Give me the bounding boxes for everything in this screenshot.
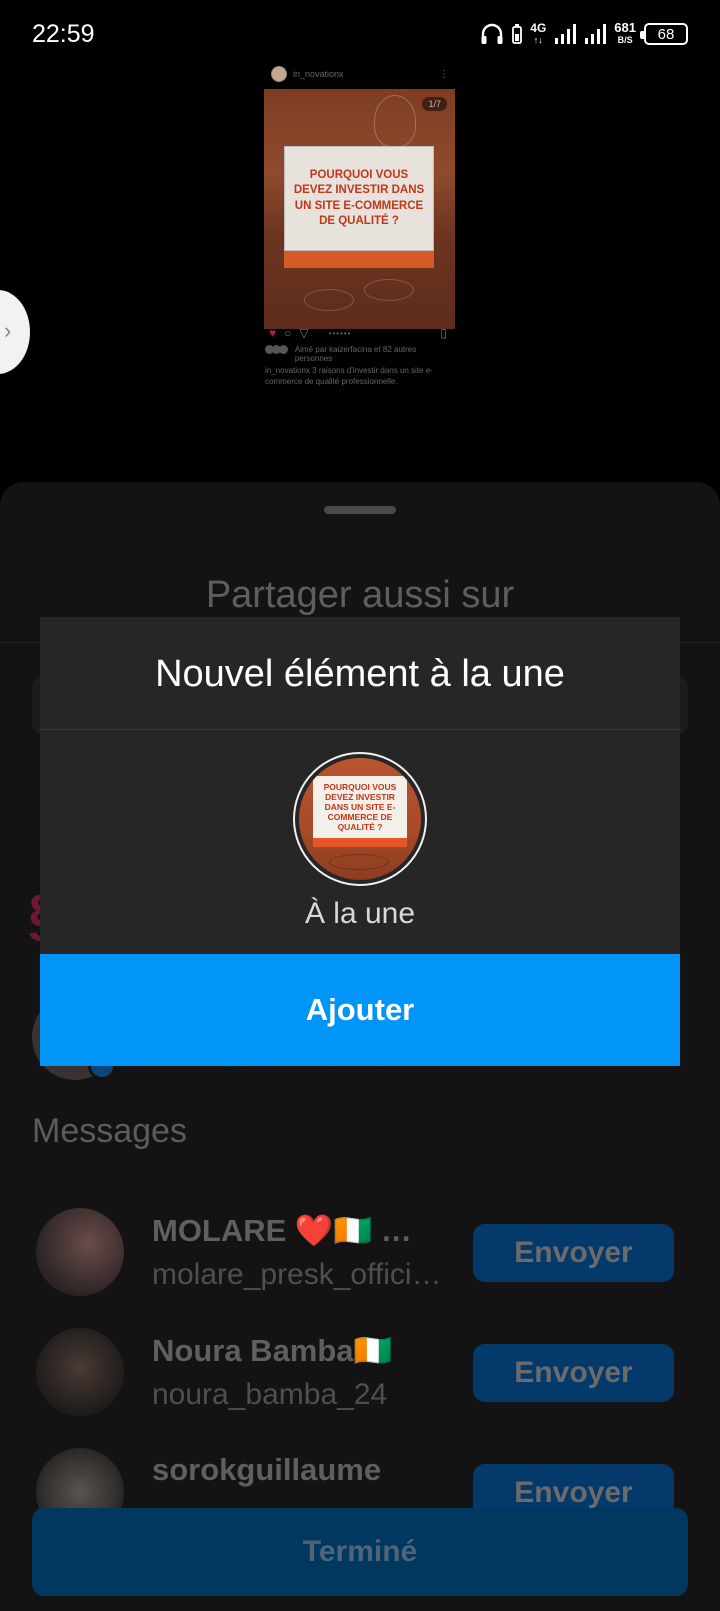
list-item: MOLARE ❤️🇨🇮 … molare_presk_offici… Envoy… xyxy=(0,1208,720,1308)
messages-title: Messages xyxy=(32,1112,187,1150)
new-highlight-dialog: Nouvel élément à la une POURQUOI VOUS DE… xyxy=(40,617,680,1066)
list-item: Noura Bamba🇨🇮 noura_bamba_24 Envoyer xyxy=(0,1328,720,1428)
send-button[interactable]: Envoyer xyxy=(473,1224,674,1282)
dialog-title: Nouvel élément à la une xyxy=(155,653,565,695)
post-likes: Aimé par kaizerfacina et 82 autres perso… xyxy=(265,345,455,363)
contact-name: sorokguillaume xyxy=(152,1452,382,1487)
battery-icon: 68 xyxy=(640,23,688,45)
sheet-grabber[interactable] xyxy=(324,506,396,514)
signal-icon xyxy=(555,24,577,44)
contact-name: MOLARE ❤️🇨🇮 … xyxy=(152,1213,412,1248)
post-caption: in_novationx 3 raisons d'investir dans u… xyxy=(265,366,433,386)
status-time: 22:59 xyxy=(32,20,95,48)
post-card-text: POURQUOI VOUS DEVEZ INVESTIR DANS UN SIT… xyxy=(293,168,425,228)
post-header: in_novationx ⋮ xyxy=(263,62,457,86)
avatar xyxy=(36,1208,124,1296)
post-image: 1/7 POURQUOI VOUS DEVEZ INVESTIR DANS UN… xyxy=(264,89,455,329)
avatar xyxy=(271,66,287,82)
contact-handle: molare_presk_offici… xyxy=(152,1258,442,1291)
sheet-title: Partager aussi sur xyxy=(205,574,515,616)
chair-decoration xyxy=(304,289,354,311)
thumbnail-text: POURQUOI VOUS DEVEZ INVESTIR DANS UN SIT… xyxy=(323,782,397,832)
bookmark-icon: ▯ xyxy=(440,326,447,340)
network-type: 4G ↑↓ xyxy=(530,21,547,45)
divider xyxy=(40,729,680,730)
heart-icon: ♥ xyxy=(269,326,277,340)
post-username: in_novationx xyxy=(293,69,344,79)
post-preview: in_novationx ⋮ 1/7 POURQUOI VOUS DEVEZ I… xyxy=(263,62,457,402)
post-actions: ♥ ○ ▽ •••••• ▯ xyxy=(265,324,455,342)
post-card-band xyxy=(284,251,434,268)
liker-avatars xyxy=(265,345,291,354)
share-icon: ▽ xyxy=(299,326,309,340)
more-icon: ⋮ xyxy=(439,68,449,80)
signal-icon-2 xyxy=(585,24,607,44)
contact-name: Noura Bamba🇨🇮 xyxy=(152,1333,393,1368)
comment-icon: ○ xyxy=(284,326,292,340)
send-button[interactable]: Envoyer xyxy=(473,1344,674,1402)
network-speed: 681 B/S xyxy=(614,20,636,45)
avatar xyxy=(36,1328,124,1416)
add-button[interactable]: Ajouter xyxy=(40,954,680,1066)
chair-decoration xyxy=(364,279,414,301)
headphones-icon xyxy=(481,23,503,44)
highlight-thumbnail[interactable]: POURQUOI VOUS DEVEZ INVESTIR DANS UN SIT… xyxy=(293,752,427,886)
side-panel-handle[interactable]: › xyxy=(0,290,30,374)
contact-handle: noura_bamba_24 xyxy=(152,1378,388,1411)
status-icons: 4G ↑↓ 681 B/S 68 xyxy=(480,20,688,46)
battery-saver-icon xyxy=(512,24,523,44)
highlight-name: À la une xyxy=(304,897,416,930)
post-card: POURQUOI VOUS DEVEZ INVESTIR DANS UN SIT… xyxy=(284,146,434,251)
chevron-right-icon: › xyxy=(4,318,12,343)
post-likes-text: Aimé par kaizerfacina et 82 autres perso… xyxy=(294,345,417,363)
post-counter: 1/7 xyxy=(422,97,447,111)
lamp-decoration xyxy=(374,95,416,147)
done-button[interactable]: Terminé xyxy=(32,1508,688,1596)
carousel-dots: •••••• xyxy=(328,328,352,338)
